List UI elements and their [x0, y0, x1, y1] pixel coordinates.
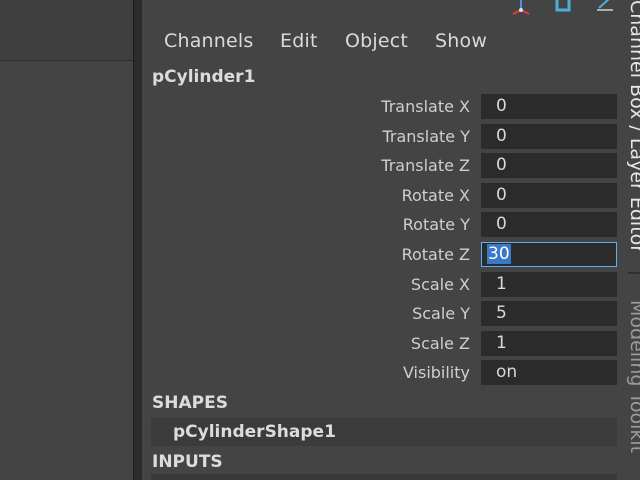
attr-label[interactable]: Rotate X: [402, 186, 470, 205]
attr-row-translate-y: Translate Y 0: [142, 123, 628, 151]
selected-text: 30: [487, 244, 511, 264]
move-tool-icon[interactable]: [510, 0, 532, 16]
attr-row-rotate-x: Rotate X 0: [142, 182, 628, 210]
attr-value-field[interactable]: 1: [481, 272, 617, 297]
attr-label[interactable]: Scale Z: [411, 334, 470, 353]
attr-row-scale-x: Scale X 1: [142, 271, 628, 299]
object-name[interactable]: pCylinder1: [152, 67, 255, 87]
attr-row-scale-y: Scale Y 5: [142, 300, 628, 328]
attr-row-scale-z: Scale Z 1: [142, 330, 628, 358]
attr-value-field[interactable]: 0: [481, 212, 617, 237]
attr-label[interactable]: Visibility: [403, 363, 470, 382]
inputs-header: INPUTS: [152, 452, 223, 472]
attr-row-visibility: Visibility on: [142, 359, 628, 387]
attr-label[interactable]: Scale Y: [412, 304, 470, 323]
attr-row-translate-x: Translate X 0: [142, 93, 628, 121]
attr-label[interactable]: Translate Z: [381, 156, 470, 175]
attr-value-field[interactable]: 0: [481, 183, 617, 208]
shapes-header: SHAPES: [152, 393, 228, 413]
channel-box-menubar: Channels Edit Object Show: [142, 28, 628, 58]
tool-settings-icon[interactable]: [594, 0, 616, 16]
attr-label[interactable]: Rotate Y: [403, 215, 470, 234]
attr-value-field[interactable]: 0: [481, 94, 617, 119]
inputs-node-strip[interactable]: [151, 474, 617, 480]
attr-value-field[interactable]: 0: [481, 124, 617, 149]
tab-channel-box-layer-editor[interactable]: Channel Box / Layer Editor: [618, 0, 640, 253]
attr-row-rotate-y: Rotate Y 0: [142, 211, 628, 239]
menu-edit[interactable]: Edit: [280, 30, 318, 52]
side-tab-divider: [628, 272, 640, 274]
viewport-toolbar: [0, 0, 133, 61]
attr-label[interactable]: Rotate Z: [402, 245, 470, 264]
shape-node-item[interactable]: pCylinderShape1: [151, 418, 617, 446]
attr-row-translate-z: Translate Z 0: [142, 152, 628, 180]
panel-icon-bar: [142, 0, 628, 18]
viewport-panel[interactable]: [0, 0, 133, 480]
attr-value-field[interactable]: 5: [481, 301, 617, 326]
menu-object[interactable]: Object: [345, 30, 408, 52]
attr-label[interactable]: Scale X: [411, 275, 470, 294]
attr-label[interactable]: Translate Y: [382, 127, 470, 146]
attr-value-field-active[interactable]: 30: [481, 242, 617, 267]
attribute-editor-icon[interactable]: [552, 0, 574, 16]
menu-channels[interactable]: Channels: [164, 30, 254, 52]
menu-show[interactable]: Show: [435, 30, 487, 52]
attr-value-field[interactable]: on: [481, 360, 617, 385]
attr-value-field[interactable]: 0: [481, 153, 617, 178]
attr-row-rotate-z: Rotate Z 30: [142, 241, 628, 269]
attr-value-field[interactable]: 1: [481, 331, 617, 356]
channel-box: Channels Edit Object Show pCylinder1 Tra…: [142, 0, 628, 480]
tab-modeling-toolkit[interactable]: Modeling Toolkit: [618, 300, 640, 453]
attr-label[interactable]: Translate X: [381, 97, 470, 116]
